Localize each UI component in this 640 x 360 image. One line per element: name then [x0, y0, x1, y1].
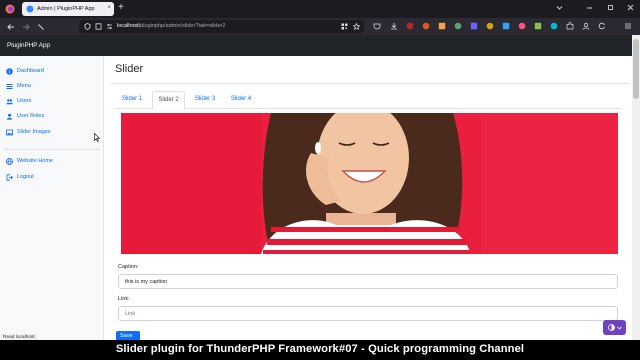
slider-tabs: Slider 1 Slider 2 Slider 3 Slider 4 [115, 91, 621, 110]
extensions-puzzle-icon[interactable] [566, 22, 574, 30]
tab-slider-3[interactable]: Slider 3 [188, 91, 222, 109]
tab-list-chevron-icon[interactable] [556, 4, 563, 11]
page-title: Slider [115, 63, 144, 75]
qr-code-icon[interactable] [341, 23, 348, 30]
sidebar-item-logout[interactable]: Logout [6, 172, 34, 182]
sidebar-item-label: Menu [17, 83, 31, 89]
half-circle-theme-icon [608, 324, 615, 331]
mouse-cursor-icon [94, 133, 100, 142]
extension-icon-9[interactable] [550, 22, 558, 30]
extension-icon-1[interactable] [422, 22, 430, 30]
sidebar-item-label: Logout [17, 174, 34, 180]
forward-arrow-icon[interactable] [22, 23, 30, 31]
sidebar-item-label: Website Home [17, 158, 53, 164]
extension-icon-3[interactable] [454, 22, 462, 30]
app-brand[interactable]: PluginPHP App [7, 42, 50, 49]
extension-icon-6[interactable] [502, 22, 510, 30]
firefox-icon[interactable] [5, 4, 15, 14]
sync-icon[interactable] [598, 22, 606, 30]
downloads-icon[interactable] [390, 22, 398, 30]
sidebar-divider [4, 149, 100, 150]
account-icon[interactable] [582, 22, 590, 30]
url-text: localhost/pluginphp/admin/slider?tab=sli… [117, 23, 225, 29]
caption-label: Caption: [118, 264, 139, 270]
logout-icon [6, 173, 13, 181]
browser-tab-bar: Admin | PluginPHP App × + [0, 0, 640, 18]
back-arrow-icon[interactable] [7, 23, 15, 31]
tab-slider-2[interactable]: Slider 2 [152, 91, 185, 110]
list-icon [6, 83, 13, 90]
title-divider [110, 83, 630, 84]
app-navbar: PluginPHP App [0, 35, 632, 56]
tab-close-icon[interactable]: × [107, 5, 111, 11]
link-label: Link: [118, 296, 130, 302]
sidebar-item-label: Dashboard [17, 68, 44, 74]
chevron-down-icon [617, 326, 622, 330]
maximize-icon[interactable] [607, 4, 614, 11]
link-input[interactable] [118, 306, 618, 321]
extension-icon-5[interactable] [486, 22, 494, 30]
minimize-icon[interactable] [586, 4, 593, 11]
users-icon [6, 98, 13, 105]
url-host: localhost/ [117, 23, 141, 29]
pocket-icon[interactable] [373, 22, 381, 30]
ublock-icon[interactable] [406, 22, 414, 30]
browser-toolbar: localhost/pluginphp/admin/slider?tab=sli… [0, 18, 640, 35]
theme-toggle-button[interactable] [603, 320, 626, 335]
slider-image-preview[interactable] [121, 113, 618, 254]
main-content: Slider Slider 1 Slider 2 Slider 3 Slider… [104, 56, 632, 341]
tab-title: Admin | PluginPHP App [37, 6, 95, 12]
extension-icon-7[interactable] [518, 22, 526, 30]
browser-tab-active[interactable]: Admin | PluginPHP App × [22, 2, 114, 16]
sidebar-item-user-roles[interactable]: User Roles [6, 111, 44, 121]
tab-favicon-icon [26, 5, 34, 13]
sidebar-item-label: Users [17, 98, 32, 104]
sidebar-item-label: User Roles [17, 113, 45, 119]
extension-icon-2[interactable] [438, 22, 446, 30]
hamburger-menu-icon[interactable] [624, 22, 632, 30]
sidebar: Dashboard Menu Users User Roles Slider I… [0, 56, 104, 340]
video-caption-overlay: Slider plugin for ThunderPHP Framework#0… [0, 340, 640, 360]
permissions-icon[interactable] [106, 23, 113, 30]
loading-stop-icon[interactable] [37, 23, 45, 31]
extension-icon-4[interactable] [470, 22, 478, 30]
shield-icon[interactable] [84, 23, 91, 30]
sidebar-item-menu[interactable]: Menu [6, 81, 31, 91]
url-bar[interactable]: localhost/pluginphp/admin/slider?tab=sli… [79, 20, 364, 33]
globe-icon [6, 157, 13, 165]
page-scrollbar[interactable] [632, 35, 640, 340]
url-path: pluginphp/admin/slider?tab=slider2 [140, 23, 226, 29]
page-info-icon[interactable] [95, 23, 102, 30]
slider-photo [121, 113, 618, 254]
sidebar-item-dashboard[interactable]: Dashboard [6, 66, 44, 76]
new-tab-button[interactable]: + [118, 2, 124, 13]
sidebar-item-users[interactable]: Users [6, 96, 31, 106]
image-icon [6, 129, 13, 136]
scrollbar-thumb[interactable] [633, 39, 639, 99]
extension-icon-8[interactable] [534, 22, 542, 30]
sidebar-item-website-home[interactable]: Website Home [6, 156, 53, 166]
caption-input[interactable] [118, 274, 618, 289]
tab-slider-4[interactable]: Slider 4 [224, 91, 258, 109]
sidebar-item-label: Slider Images [17, 129, 51, 135]
close-window-icon[interactable] [627, 4, 634, 11]
tab-slider-1[interactable]: Slider 1 [115, 91, 149, 109]
sidebar-item-slider-images[interactable]: Slider Images [6, 127, 51, 137]
info-circle-icon [6, 67, 13, 75]
user-roles-icon [6, 113, 13, 120]
bookmark-star-icon[interactable] [353, 23, 360, 30]
